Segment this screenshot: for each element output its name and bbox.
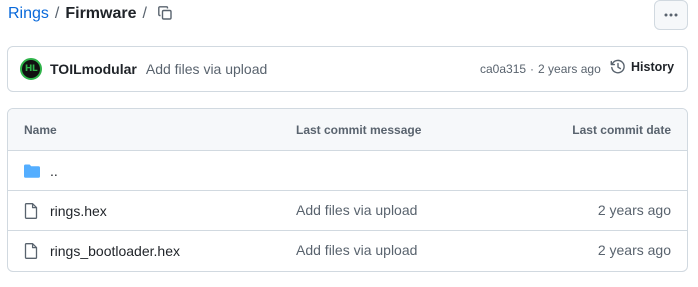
folder-icon <box>24 164 42 178</box>
history-button[interactable]: History <box>610 59 674 75</box>
commit-message-link[interactable]: Add files via upload <box>146 61 267 77</box>
repo-header: Rings / Firmware / <box>0 0 698 30</box>
commit-age: 2 years ago <box>538 62 601 76</box>
latest-commit-bar: HL TOILmodular Add files via upload ca0a… <box>7 46 688 92</box>
file-icon <box>24 243 42 259</box>
file-commit-date: 2 years ago <box>597 242 671 258</box>
file-commit-date: 2 years ago <box>597 202 671 218</box>
file-name-link[interactable]: rings_bootloader.hex <box>50 243 180 259</box>
file-name-cell: .. <box>24 151 58 191</box>
file-icon <box>24 203 42 219</box>
commit-meta: ca0a315 · 2 years ago <box>480 62 601 76</box>
commit-meta-dot: · <box>530 62 535 76</box>
table-row: rings_bootloader.hex Add files via uploa… <box>8 231 687 271</box>
commit-author-link[interactable]: TOILmodular <box>50 61 137 77</box>
breadcrumb-repo-link[interactable]: Rings <box>8 4 49 24</box>
file-commit-message-link[interactable]: Add files via upload <box>296 242 417 258</box>
breadcrumb-separator: / <box>54 5 60 22</box>
copy-icon <box>158 6 172 20</box>
history-icon <box>610 59 626 75</box>
file-commit-message-link[interactable]: Add files via upload <box>296 202 417 218</box>
table-header: Name Last commit message Last commit dat… <box>8 109 687 151</box>
history-label: History <box>631 60 675 74</box>
column-header-name: Name <box>24 123 57 137</box>
column-header-date: Last commit date <box>572 123 671 137</box>
kebab-horizontal-icon <box>664 13 678 17</box>
file-name-cell: rings_bootloader.hex <box>24 231 180 271</box>
more-options-button[interactable] <box>654 0 688 30</box>
parent-directory-link[interactable]: .. <box>50 163 58 179</box>
avatar-text: HL <box>24 64 38 74</box>
breadcrumb-trailing-separator: / <box>142 5 147 22</box>
breadcrumb-current-folder: Firmware <box>65 5 137 22</box>
avatar[interactable]: HL <box>20 58 42 80</box>
table-row: rings.hex Add files via upload 2 years a… <box>8 191 687 231</box>
copy-path-button[interactable] <box>154 2 176 24</box>
commit-sha-link[interactable]: ca0a315 <box>480 62 526 76</box>
breadcrumb: Rings / Firmware / <box>8 4 153 24</box>
table-row-parent-directory[interactable]: .. <box>8 151 687 191</box>
file-table: Name Last commit message Last commit dat… <box>7 108 688 272</box>
file-name-cell: rings.hex <box>24 191 107 231</box>
file-name-link[interactable]: rings.hex <box>50 203 107 219</box>
column-header-message: Last commit message <box>296 123 422 137</box>
